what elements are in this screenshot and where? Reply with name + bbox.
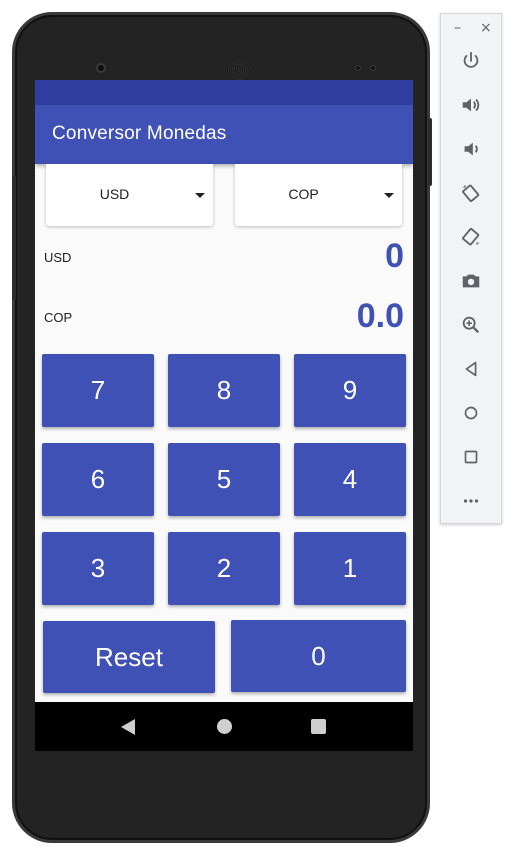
light-sensor: [370, 65, 376, 71]
from-currency-label: USD: [44, 250, 72, 265]
dropdown-arrow-icon: [384, 193, 394, 198]
from-currency-spinner[interactable]: USD: [46, 164, 213, 226]
close-button[interactable]: ×: [480, 20, 492, 36]
nav-recents-icon[interactable]: [311, 719, 326, 734]
zoom-icon[interactable]: [458, 312, 484, 338]
key-2[interactable]: 2: [168, 532, 280, 605]
key-9[interactable]: 9: [294, 354, 406, 427]
key-1[interactable]: 1: [294, 532, 406, 605]
key-4[interactable]: 4: [294, 443, 406, 516]
from-amount-value: 0: [385, 237, 404, 275]
key-0[interactable]: 0: [231, 620, 406, 692]
rotate-right-icon[interactable]: [458, 224, 484, 250]
system-nav-bar: [35, 702, 413, 751]
power-icon[interactable]: [458, 48, 484, 74]
device-screen: Conversor Monedas USD COP USD 0 COP 0.0 …: [35, 80, 413, 751]
to-amount-value: 0.0: [356, 297, 404, 335]
front-camera: [96, 63, 106, 73]
to-currency-selected: COP: [288, 186, 319, 202]
volume-up-icon[interactable]: [458, 92, 484, 118]
home-icon[interactable]: [458, 400, 484, 426]
dropdown-arrow-icon: [195, 193, 205, 198]
nav-home-icon[interactable]: [217, 719, 232, 734]
volume-rocker[interactable]: [12, 175, 16, 300]
power-side-button[interactable]: [428, 118, 432, 186]
minimize-button[interactable]: –: [454, 20, 461, 36]
overview-icon[interactable]: [458, 444, 484, 470]
key-7[interactable]: 7: [42, 354, 154, 427]
key-8[interactable]: 8: [168, 354, 280, 427]
nav-back-icon[interactable]: [121, 719, 135, 735]
key-3[interactable]: 3: [42, 532, 154, 605]
to-currency-label: COP: [44, 310, 73, 325]
back-icon[interactable]: [458, 356, 484, 382]
volume-down-icon[interactable]: [458, 136, 484, 162]
app-title: Conversor Monedas: [52, 123, 227, 144]
key-6[interactable]: 6: [42, 443, 154, 516]
status-bar: [35, 80, 413, 105]
rotate-left-icon[interactable]: [458, 180, 484, 206]
reset-button[interactable]: Reset: [43, 621, 215, 693]
more-icon[interactable]: [458, 488, 484, 514]
key-5[interactable]: 5: [168, 443, 280, 516]
earpiece-speaker: [227, 57, 251, 81]
emulator-toolbar: – ×: [440, 13, 502, 524]
to-currency-spinner[interactable]: COP: [235, 164, 402, 226]
camera-icon[interactable]: [458, 268, 484, 294]
app-bar: Conversor Monedas: [35, 105, 413, 164]
proximity-sensor: [355, 65, 361, 71]
from-currency-selected: USD: [99, 186, 130, 202]
